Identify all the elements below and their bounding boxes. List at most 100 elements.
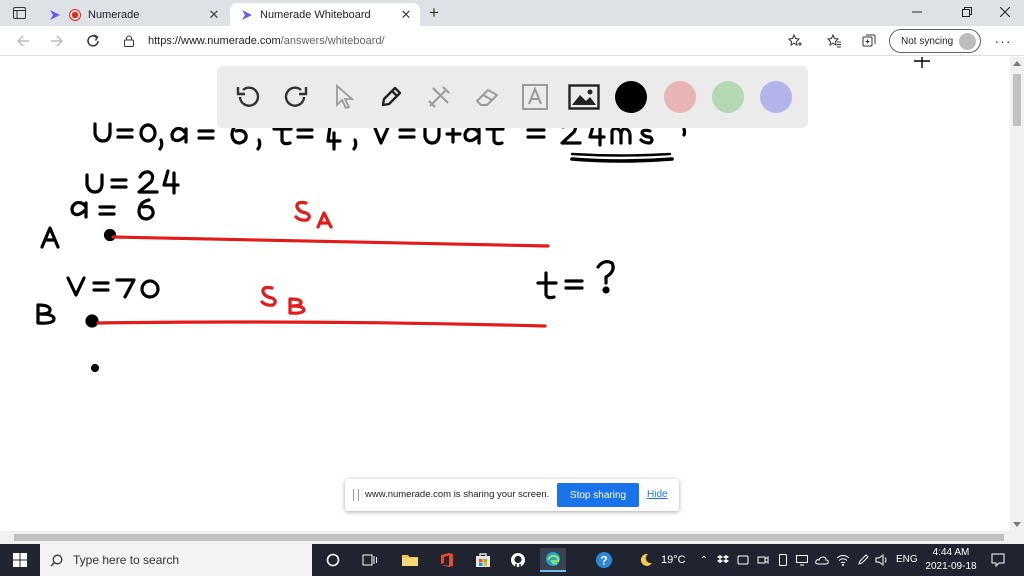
restore-button[interactable] (950, 2, 984, 22)
notifications-button[interactable] (990, 552, 1006, 568)
lock-icon (122, 34, 136, 48)
task-view-button[interactable] (357, 548, 383, 572)
store-button[interactable] (470, 548, 496, 572)
label-a-handwritten (40, 226, 60, 249)
network-icon[interactable] (836, 553, 850, 567)
close-tab-icon[interactable]: ✕ (206, 7, 222, 23)
start-button[interactable] (0, 544, 40, 576)
url-text: https://www.numerade.com/answers/whitebo… (148, 35, 385, 47)
tab-numerade[interactable]: Numerade ✕ (38, 3, 228, 26)
github-button[interactable] (505, 548, 531, 572)
cortana-icon (326, 553, 340, 567)
weather-temperature[interactable]: 19°C (661, 554, 686, 566)
new-tab-button[interactable]: + (424, 3, 444, 22)
minimize-icon (912, 11, 922, 13)
tab-actions-button[interactable] (8, 4, 30, 22)
file-explorer-button[interactable] (397, 548, 423, 572)
add-favorite-button[interactable] (786, 33, 804, 49)
image-icon (568, 84, 600, 110)
onedrive-icon[interactable] (815, 553, 829, 567)
stop-sharing-button[interactable]: Stop sharing (557, 483, 639, 507)
pointer-tool-button[interactable] (326, 79, 362, 115)
search-icon (50, 554, 63, 566)
scroll-down-icon[interactable] (1013, 522, 1021, 527)
eraser-icon (476, 89, 498, 106)
scroll-up-icon[interactable] (1013, 61, 1021, 66)
taskbar-search[interactable]: Type here to search (40, 544, 312, 576)
office-icon (441, 553, 453, 567)
color-green-swatch[interactable] (712, 81, 744, 113)
handwriting-u-24 (85, 169, 180, 195)
pen-tool-button[interactable] (373, 79, 409, 115)
point-b-dot (85, 314, 99, 328)
favorites-button[interactable] (825, 33, 843, 49)
arrow-right-icon (51, 35, 64, 47)
chevron-up-icon[interactable]: ⌃ (697, 553, 711, 567)
minimize-button[interactable] (900, 2, 934, 22)
back-button[interactable] (12, 31, 34, 51)
drag-handle-icon[interactable] (353, 489, 359, 501)
cortana-button[interactable] (320, 548, 346, 572)
volume-icon[interactable] (875, 553, 889, 567)
text-tool-button[interactable] (517, 79, 553, 115)
display-icon[interactable] (795, 553, 809, 567)
forward-button[interactable] (46, 31, 68, 51)
address-bar[interactable]: https://www.numerade.com/answers/whitebo… (112, 29, 812, 53)
redo-button[interactable] (278, 79, 314, 115)
handwriting-t-question (536, 260, 615, 300)
system-clock[interactable]: 4:44 AM 2021-09-18 (925, 546, 977, 574)
undo-button[interactable] (230, 79, 266, 115)
tab-numerade-whiteboard[interactable]: Numerade Whiteboard ✕ (230, 3, 420, 26)
line-b-path (96, 320, 547, 328)
profile-sync-button[interactable]: Not syncing (889, 29, 981, 53)
tools-button[interactable] (421, 79, 457, 115)
tab-actions-icon (12, 7, 26, 19)
github-icon (511, 553, 525, 567)
edge-icon (546, 552, 560, 566)
task-view-icon (362, 554, 377, 566)
numerade-logo-icon (240, 8, 254, 22)
collections-icon (862, 34, 876, 47)
vertical-scrollbar[interactable] (1010, 57, 1024, 531)
color-pink-swatch[interactable] (664, 81, 696, 113)
edge-button[interactable] (540, 548, 566, 572)
eraser-tool-button[interactable] (469, 79, 505, 115)
collections-button[interactable] (860, 33, 878, 49)
whiteboard-page (0, 57, 1010, 531)
svg-text:?: ? (600, 554, 607, 568)
hide-banner-link[interactable]: Hide (647, 489, 668, 500)
camera-icon[interactable] (756, 553, 770, 567)
refresh-button[interactable] (82, 31, 104, 51)
refresh-icon (87, 34, 99, 47)
input-language[interactable]: ENG (896, 554, 918, 565)
redo-icon (284, 86, 308, 107)
search-placeholder: Type here to search (73, 553, 180, 567)
arrow-left-icon (16, 35, 29, 47)
scrollbar-thumb[interactable] (1013, 74, 1021, 126)
phone-icon[interactable] (776, 553, 790, 567)
pen-workspace-icon[interactable] (856, 553, 870, 567)
close-window-button[interactable] (988, 2, 1022, 22)
pen-icon (381, 86, 402, 107)
color-purple-swatch[interactable] (760, 81, 792, 113)
restore-icon (962, 7, 972, 17)
help-button[interactable]: ? (591, 548, 617, 572)
meet-now-icon[interactable] (736, 553, 750, 567)
tab-title: Numerade (88, 8, 140, 21)
label-b-handwritten (36, 303, 56, 325)
settings-more-button[interactable]: ··· (994, 31, 1012, 51)
notification-icon (991, 553, 1005, 568)
favorites-icon (827, 34, 841, 48)
image-tool-button[interactable] (566, 79, 602, 115)
close-tab-icon[interactable]: ✕ (398, 7, 414, 23)
office-button[interactable] (434, 548, 460, 572)
dropbox-icon[interactable] (716, 553, 730, 567)
browser-toolbar: https://www.numerade.com/answers/whitebo… (0, 26, 1024, 56)
whiteboard-canvas[interactable] (0, 57, 1010, 531)
tab-title: Numerade Whiteboard (260, 8, 371, 21)
url-path: /answers/whiteboard/ (280, 35, 385, 47)
horizontal-scrollbar[interactable] (0, 531, 1024, 544)
weather-moon-icon[interactable] (639, 553, 653, 567)
color-black-swatch[interactable] (615, 81, 647, 113)
scrollbar-thumb[interactable] (14, 534, 1004, 541)
